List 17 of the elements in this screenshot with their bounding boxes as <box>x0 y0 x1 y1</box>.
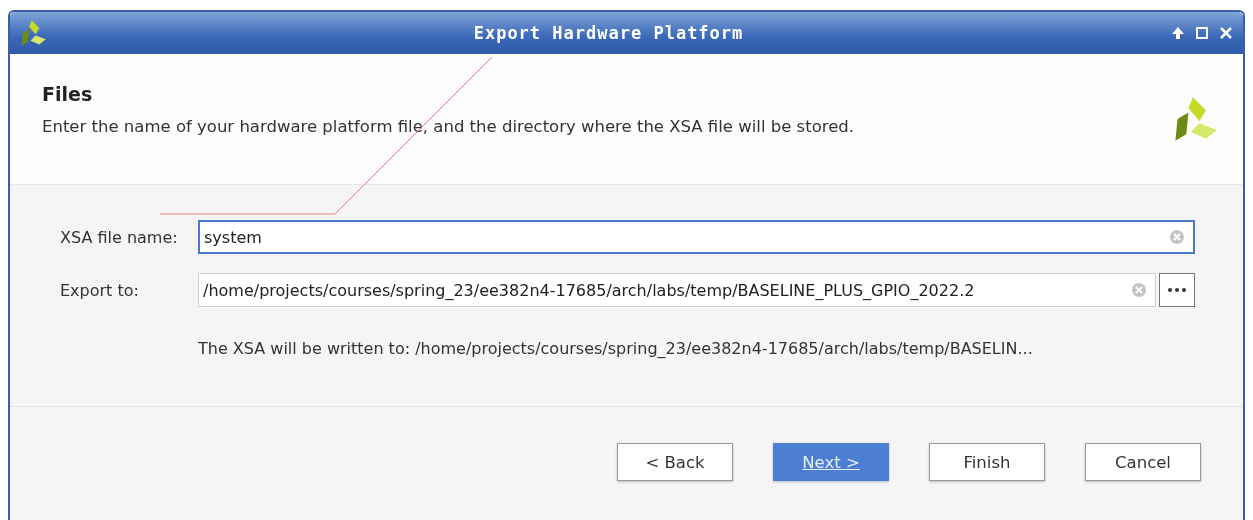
dialog-button[interactable]: Cancel <box>1085 443 1201 481</box>
dialog-button[interactable]: < Back <box>617 443 733 481</box>
ellipsis-icon <box>1167 287 1187 293</box>
text-field[interactable]: /home/projects/courses/spring_23/ee382n4-17685/arch/labs/temp/BASELINE_PLUS_GPIO_2022.2 <box>198 273 1156 307</box>
window-title: Export Hardware Platform <box>472 23 745 43</box>
close-icon[interactable] <box>1219 26 1233 40</box>
output-path-note: The XSA will be written to: /home/projects/courses/spring_23/ee382n4-17685/arch/labs/temp/BASELIN... <box>198 339 1034 358</box>
arrow-up-icon[interactable] <box>1171 26 1185 40</box>
logo-icon <box>1173 95 1217 143</box>
text-field[interactable]: system <box>198 220 1195 254</box>
browse-button[interactable] <box>1159 273 1195 307</box>
dialog-button[interactable]: Finish <box>929 443 1045 481</box>
maximize-icon[interactable] <box>1195 26 1209 40</box>
page-title: Files <box>42 82 94 105</box>
logo-icon <box>20 19 46 47</box>
field-label: Export to: <box>60 280 140 300</box>
field-label: XSA file name: <box>60 227 179 247</box>
